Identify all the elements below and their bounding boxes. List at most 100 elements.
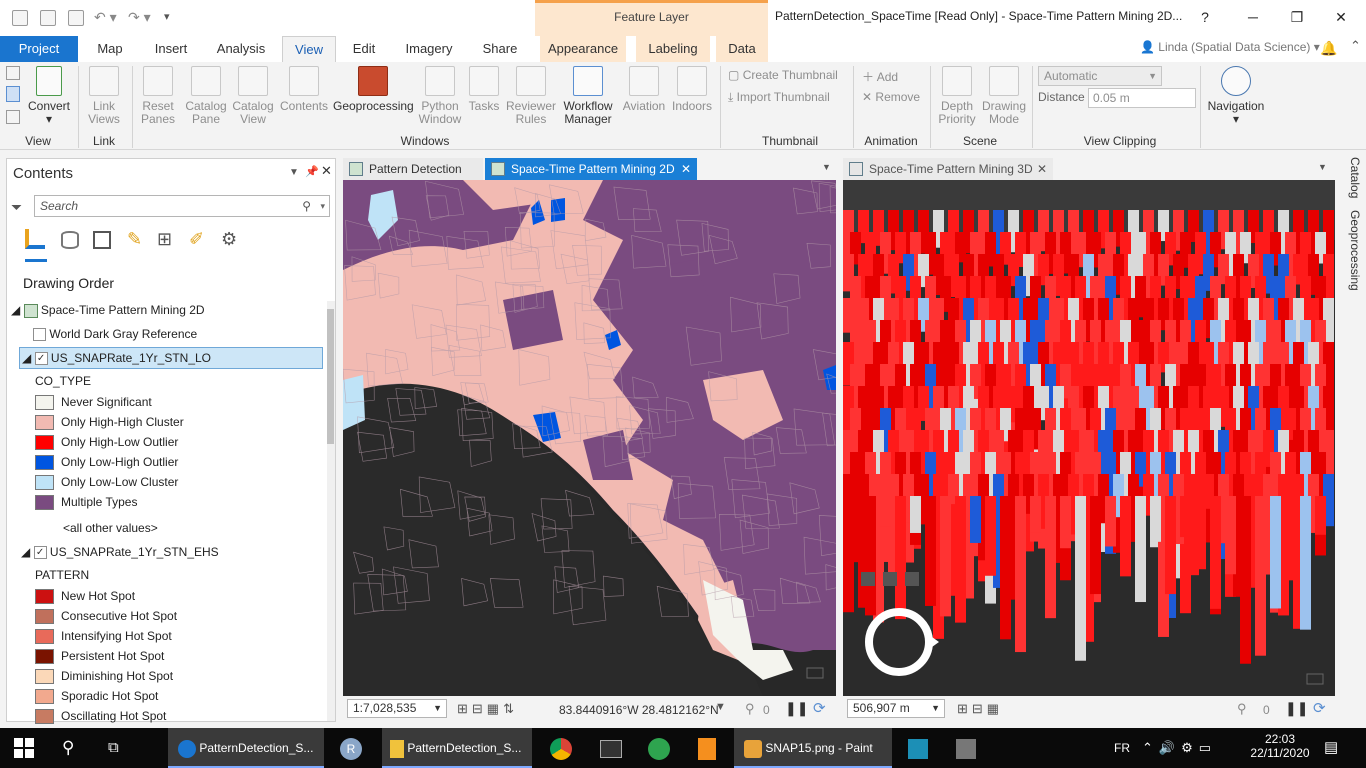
map-tools-icons[interactable]: ⊞⊟▦⇅ (457, 701, 518, 717)
tab-overflow-icon[interactable]: ▼ (822, 162, 831, 172)
add-keyframe-button[interactable]: ＋ Add (862, 68, 898, 85)
tab-imagery[interactable]: Imagery (398, 36, 460, 62)
view-tab-stpm-2d[interactable]: Space-Time Pattern Mining 2D ✕ (485, 158, 697, 180)
tree-basemap-item[interactable]: World Dark Gray Reference (33, 327, 197, 342)
taskbar-app-terminal[interactable] (600, 728, 622, 768)
tab-edit[interactable]: Edit (344, 36, 384, 62)
taskbar-app-explorer[interactable]: PatternDetection_S... (382, 728, 532, 768)
close-tab-icon[interactable]: ✕ (1037, 158, 1047, 180)
tab-analysis[interactable]: Analysis (210, 36, 272, 62)
catalog-dock-tab[interactable]: Catalog (1340, 156, 1362, 200)
help-button[interactable]: ? (1192, 6, 1218, 28)
tree-layer-ehs[interactable]: ◢ ✓ US_SNAPRate_1Yr_STN_EHS (21, 545, 219, 560)
visibility-checkbox[interactable]: ✓ (34, 352, 48, 366)
import-thumbnail-button[interactable]: ⤓ Import Thumbnail (728, 90, 830, 105)
scene-view-3d[interactable] (843, 180, 1335, 696)
collapse-arrow-icon[interactable]: ◢ (22, 351, 31, 365)
drawing-mode-button[interactable]: Drawing Mode (982, 64, 1026, 126)
geoprocessing-dock-tab[interactable]: Geoprocessing (1340, 210, 1362, 291)
chevron-down-icon[interactable]: ▼ (715, 701, 726, 713)
customize-quick-access-icon[interactable]: ▾ (164, 10, 170, 23)
undo-icon[interactable]: ↶ ▾ (94, 9, 117, 26)
tree-layer-lo[interactable]: ◢ ✓ US_SNAPRate_1Yr_STN_LO (19, 347, 323, 369)
tab-labeling[interactable]: Labeling (636, 36, 710, 62)
altitude-select[interactable]: 506,907 m ▼ (847, 699, 945, 718)
depth-priority-button[interactable]: Depth Priority (934, 64, 980, 126)
chevron-down-icon[interactable]: ▾ (320, 196, 325, 216)
taskbar-app-arcgis[interactable]: PatternDetection_S... (168, 728, 324, 768)
full-extent-icon[interactable] (883, 572, 897, 586)
filter-icon[interactable]: ⏷ (11, 199, 22, 216)
contents-button[interactable]: Contents (279, 64, 329, 113)
distance-input[interactable]: 0.05 m (1088, 88, 1196, 108)
view-tab-stpm-3d[interactable]: Space-Time Pattern Mining 3D ✕ (843, 158, 1053, 180)
visibility-checkbox[interactable] (33, 328, 46, 342)
convert-button[interactable]: Convert ▾ (26, 64, 72, 126)
zoom-arrow-icon[interactable] (861, 572, 875, 586)
taskbar-app-paint[interactable]: SNAP15.png - Paint (734, 728, 892, 768)
tab-insert[interactable]: Insert (146, 36, 196, 62)
language-indicator[interactable]: FR (1114, 728, 1130, 768)
visibility-checkbox[interactable]: ✓ (33, 546, 47, 560)
selection-icon[interactable]: ⚲ (1237, 701, 1247, 717)
collapse-ribbon-icon[interactable]: ⌃ (1350, 38, 1361, 54)
aviation-button[interactable]: Aviation (620, 64, 668, 113)
pause-drawing-icon[interactable]: ❚❚ (785, 700, 808, 717)
view-tab-pattern-detection[interactable]: Pattern Detection (343, 158, 483, 180)
tab-overflow-icon[interactable]: ▼ (1318, 162, 1327, 172)
user-account[interactable]: 👤 Linda (Spatial Data Science) ▾ (1140, 40, 1320, 54)
catalog-pane-button[interactable]: Catalog Pane (184, 64, 228, 126)
tab-share[interactable]: Share (472, 36, 528, 62)
restore-button[interactable]: ❐ (1284, 6, 1310, 28)
list-by-snapping-icon[interactable]: ⊞ (157, 229, 172, 250)
map-canvas-2d[interactable] (343, 180, 836, 696)
open-project-icon[interactable] (40, 10, 56, 26)
taskbar-app-sublime[interactable] (698, 728, 716, 768)
reviewer-rules-button[interactable]: Reviewer Rules (505, 64, 557, 126)
link-views-button[interactable]: Link Views (82, 64, 126, 126)
list-by-drawing-order-icon[interactable] (25, 229, 45, 249)
list-by-perspective-icon[interactable]: ⚙ (221, 229, 237, 250)
python-window-button[interactable]: Python Window (416, 64, 464, 126)
minimize-button[interactable]: ─ (1240, 6, 1266, 28)
scale-select[interactable]: 1:7,028,535 ▼ (347, 699, 447, 718)
catalog-view-button[interactable]: Catalog View (231, 64, 275, 126)
reset-panes-button[interactable]: Reset Panes (136, 64, 180, 126)
refresh-icon[interactable]: ⟳ (813, 699, 826, 717)
selection-icon[interactable]: ⚲ (745, 701, 755, 717)
tab-appearance[interactable]: Appearance (540, 36, 626, 62)
pane-menu-icon[interactable]: ▼ (289, 167, 299, 178)
clock[interactable]: 22:03 22/11/2020 (1250, 732, 1310, 760)
save-icon[interactable] (68, 10, 84, 26)
system-tray-icons[interactable]: ⌃🔊⚙▭ (1142, 728, 1217, 768)
tab-project[interactable]: Project (0, 36, 78, 62)
list-by-source-icon[interactable] (61, 231, 79, 249)
notifications-icon[interactable]: ▤ (1324, 728, 1338, 768)
collapse-arrow-icon[interactable]: ◢ (11, 303, 20, 317)
navigation-button[interactable]: Navigation ▾ (1204, 64, 1268, 126)
search-icon[interactable]: ⚲ (302, 196, 311, 216)
redo-icon[interactable]: ↷ ▾ (128, 9, 151, 26)
pin-icon[interactable]: 📌 (305, 165, 319, 178)
search-icon[interactable]: ⚲ (62, 728, 74, 768)
list-by-labeling-icon[interactable]: ✐ (189, 229, 204, 250)
map-view-2d[interactable] (343, 180, 836, 696)
map-icon[interactable] (6, 110, 20, 124)
layers-icon[interactable] (806, 667, 824, 679)
create-thumbnail-button[interactable]: ▢ Create Thumbnail (728, 68, 838, 82)
taskbar-app-atom[interactable] (648, 728, 670, 768)
list-by-selection-icon[interactable] (93, 231, 111, 249)
tab-map[interactable]: Map (88, 36, 132, 62)
scrollbar-thumb[interactable] (327, 309, 334, 444)
contents-search-input[interactable]: Search ⚲ ▾ (34, 195, 330, 217)
close-button[interactable]: ✕ (1328, 6, 1354, 28)
refresh-icon[interactable]: ⟳ (1313, 699, 1326, 717)
close-tab-icon[interactable]: ✕ (681, 158, 691, 180)
windows-start-icon[interactable] (14, 738, 34, 758)
tree-map-item[interactable]: ◢ Space-Time Pattern Mining 2D (11, 303, 205, 318)
toc-icon[interactable] (6, 66, 20, 80)
workflow-manager-button[interactable]: Workflow Manager (560, 64, 616, 126)
pause-drawing-icon[interactable]: ❚❚ (1285, 700, 1308, 717)
close-pane-icon[interactable]: ✕ (321, 163, 332, 179)
taskbar-app-chrome[interactable] (550, 728, 572, 768)
